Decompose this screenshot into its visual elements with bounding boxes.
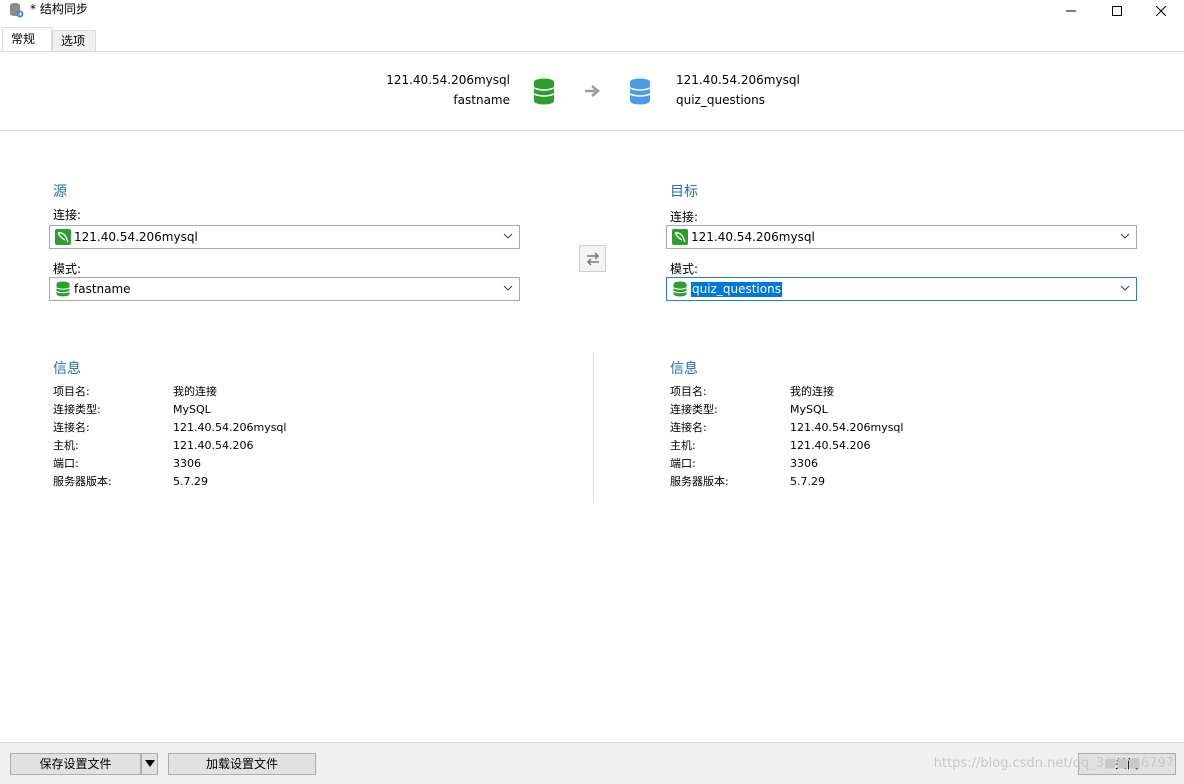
save-settings-button[interactable]: 保存设置文件 — [10, 753, 141, 775]
info-key: 连接类型: — [670, 403, 718, 416]
chevron-down-icon — [1120, 285, 1130, 291]
source-section-title: 源 — [53, 184, 67, 200]
tab-general[interactable]: 常规 — [2, 27, 52, 51]
source-schema-label: 模式: — [53, 262, 82, 276]
info-key: 服务器版本: — [53, 475, 112, 488]
tab-options[interactable]: 选项 — [52, 30, 96, 51]
target-info-table: 项目名: 我的连接 连接类型: MySQL 连接名: 121.40.54.206… — [670, 383, 1070, 493]
info-value: 5.7.29 — [173, 475, 208, 488]
info-value: 3306 — [790, 457, 818, 470]
mysql-connection-icon — [55, 229, 71, 245]
info-value: 121.40.54.206mysql — [173, 421, 287, 434]
swap-source-target-button[interactable] — [579, 245, 606, 272]
info-value: 5.7.29 — [790, 475, 825, 488]
summary-source-schema: fastname — [453, 93, 510, 107]
summary-divider — [0, 130, 1184, 131]
source-connection-value: 121.40.54.206mysql — [74, 230, 198, 244]
info-key: 主机: — [53, 439, 79, 452]
info-key: 连接名: — [670, 421, 707, 434]
window-title: * 结构同步 — [30, 2, 88, 16]
target-schema-select[interactable]: quiz_questions — [666, 277, 1137, 301]
info-key: 端口: — [670, 457, 696, 470]
info-value: 121.40.54.206 — [790, 439, 871, 452]
source-connection-label: 连接: — [53, 208, 82, 222]
summary-source-connection: 121.40.54.206mysql — [386, 73, 510, 87]
target-connection-select[interactable]: 121.40.54.206mysql — [666, 225, 1137, 249]
info-key: 连接类型: — [53, 403, 101, 416]
info-value: 3306 — [173, 457, 201, 470]
schema-database-icon — [56, 281, 70, 297]
info-key: 服务器版本: — [670, 475, 729, 488]
minimize-button[interactable] — [1048, 0, 1094, 22]
source-schema-value: fastname — [74, 282, 131, 296]
info-divider — [593, 352, 594, 502]
source-schema-select[interactable]: fastname — [49, 277, 520, 301]
info-value: 121.40.54.206 — [173, 439, 254, 452]
chevron-down-icon — [503, 285, 513, 291]
target-section-title: 目标 — [670, 184, 698, 200]
info-key: 项目名: — [670, 385, 707, 398]
swap-icon — [586, 251, 599, 266]
source-database-icon — [533, 78, 555, 105]
info-key: 端口: — [53, 457, 79, 470]
info-key: 主机: — [670, 439, 696, 452]
maximize-icon — [1112, 6, 1122, 16]
summary-target-connection: 121.40.54.206mysql — [676, 73, 800, 87]
target-schema-label: 模式: — [670, 262, 699, 276]
source-info-title: 信息 — [53, 361, 81, 377]
close-icon — [1156, 6, 1166, 16]
chevron-down-icon — [1120, 233, 1130, 239]
triangle-down-icon — [144, 760, 155, 767]
title-bar: * 结构同步 — [0, 0, 1184, 22]
info-key: 项目名: — [53, 385, 90, 398]
close-window-button[interactable] — [1138, 0, 1184, 22]
info-value: MySQL — [790, 403, 828, 416]
info-value: MySQL — [173, 403, 211, 416]
target-database-icon — [629, 78, 651, 105]
schema-database-icon — [673, 281, 687, 297]
save-settings-dropdown-button[interactable] — [141, 753, 158, 775]
summary-target-schema: quiz_questions — [676, 93, 765, 107]
mysql-connection-icon — [672, 229, 688, 245]
info-value: 121.40.54.206mysql — [790, 421, 904, 434]
info-value: 我的连接 — [790, 385, 834, 398]
maximize-button[interactable] — [1094, 0, 1140, 22]
info-value: 我的连接 — [173, 385, 217, 398]
info-key: 连接名: — [53, 421, 90, 434]
target-info-title: 信息 — [670, 361, 698, 377]
source-connection-select[interactable]: 121.40.54.206mysql — [49, 225, 520, 249]
arrow-right-icon — [585, 85, 600, 97]
load-settings-button[interactable]: 加载设置文件 — [168, 753, 316, 775]
target-connection-label: 连接: — [670, 210, 699, 224]
chevron-down-icon — [503, 233, 513, 239]
structure-sync-app-icon — [10, 3, 24, 18]
tab-strip: 选项 常规 — [0, 27, 1184, 52]
target-schema-value: quiz_questions — [691, 282, 782, 297]
watermark: https://blog.csdn.net/qq_3■■■6797 — [933, 756, 1174, 771]
source-info-table: 项目名: 我的连接 连接类型: MySQL 连接名: 121.40.54.206… — [53, 383, 453, 493]
minimize-icon — [1066, 10, 1076, 12]
target-connection-value: 121.40.54.206mysql — [691, 230, 815, 244]
